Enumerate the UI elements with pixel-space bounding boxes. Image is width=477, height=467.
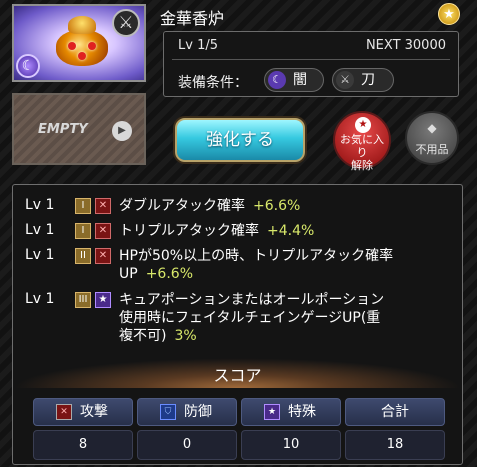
incense-burner-image: [56, 16, 108, 70]
score-attack-value: 8: [33, 430, 133, 460]
divider: [172, 59, 450, 60]
skill-value: +6.6%: [253, 198, 301, 214]
score-attack-header: ✕ 攻撃: [33, 398, 133, 426]
unfavorite-label-1: お気に入り: [340, 133, 384, 159]
score-defense-value: 0: [137, 430, 237, 460]
skill-level: Lv 1: [25, 197, 55, 213]
junk-icon: ◆: [427, 121, 437, 135]
score-total-value: 18: [345, 430, 445, 460]
rank-badge: III: [75, 292, 91, 308]
skill-text-line1: キュアポーションまたはオールポーション: [119, 292, 385, 308]
dark-moon-icon: ☾: [16, 54, 40, 78]
favorite-star-icon[interactable]: ★: [438, 3, 460, 25]
score-label: 合計: [381, 404, 409, 420]
element-label: 闇: [293, 72, 307, 88]
skill-value: +4.4%: [267, 223, 315, 239]
empty-slot[interactable]: EMPTY ▶: [12, 93, 146, 165]
skill-level: Lv 1: [25, 291, 55, 307]
score-title: スコア: [213, 366, 262, 385]
skill-text-line2: UP: [119, 266, 138, 282]
star-icon: ★: [264, 404, 280, 420]
rank-badge: I: [75, 198, 91, 214]
skill-text: トリプルアタック確率: [119, 223, 259, 239]
unfavorite-label-2: 解除: [351, 159, 373, 172]
element-condition: ☾ 闇: [264, 68, 324, 92]
skill-panel: Lv 1 I ✕ ダブルアタック確率 +6.6% Lv 1 I ✕ トリプルアタッ…: [12, 184, 463, 465]
crossed-swords-icon: ⚔: [112, 9, 140, 37]
special-star-icon: ★: [95, 292, 111, 308]
skill-text-line1: HPが50%以上の時、トリプルアタック確率: [119, 248, 394, 264]
item-level: Lv 1/5: [178, 38, 218, 53]
score-defense-header: ⛉ 防御: [137, 398, 237, 426]
skill-level: Lv 1: [25, 222, 55, 238]
junk-button[interactable]: ◆ 不用品: [405, 111, 459, 165]
score-label: 攻撃: [80, 404, 108, 420]
score-special-value: 10: [241, 430, 341, 460]
play-icon: ▶: [112, 121, 132, 141]
item-name: 金華香炉: [160, 9, 225, 28]
attack-icon: ✕: [95, 248, 111, 264]
score-label: 防御: [184, 404, 212, 420]
junk-label: 不用品: [415, 143, 449, 156]
skill-text-line2: 使用時にフェイタルチェインゲージUP(重: [119, 310, 381, 326]
shield-icon: ⛉: [160, 404, 176, 420]
rank-badge: I: [75, 223, 91, 239]
score-total-header: 合計: [345, 398, 445, 426]
empty-label: EMPTY: [38, 122, 88, 137]
skill-value: 3%: [174, 328, 197, 344]
next-exp: NEXT 30000: [365, 38, 446, 53]
skill-text-line3: 複不可): [119, 328, 167, 344]
attack-icon: ✕: [56, 404, 72, 420]
rank-badge: II: [75, 248, 91, 264]
item-info-box: Lv 1/5 NEXT 30000 装備条件： ☾ 闇 ⚔ 刀: [163, 31, 459, 97]
attack-icon: ✕: [95, 223, 111, 239]
equip-condition-label: 装備条件：: [178, 75, 248, 91]
weapon-label: 刀: [361, 72, 375, 88]
crossed-swords-icon: ⚔: [336, 71, 354, 89]
skill-level: Lv 1: [25, 247, 55, 263]
star-icon: ★: [355, 117, 371, 133]
score-header: スコア: [13, 358, 462, 388]
skill-value: +6.6%: [145, 266, 194, 282]
skill-text: ダブルアタック確率: [119, 198, 245, 214]
unfavorite-button[interactable]: ★ お気に入り 解除: [333, 111, 391, 172]
score-special-header: ★ 特殊: [241, 398, 341, 426]
attack-icon: ✕: [95, 198, 111, 214]
weapon-condition: ⚔ 刀: [332, 68, 394, 92]
score-label: 特殊: [288, 404, 316, 420]
enhance-button[interactable]: 強化する: [175, 118, 305, 162]
item-thumbnail[interactable]: ⚔ ☾: [12, 4, 146, 82]
dark-moon-icon: ☾: [268, 71, 286, 89]
